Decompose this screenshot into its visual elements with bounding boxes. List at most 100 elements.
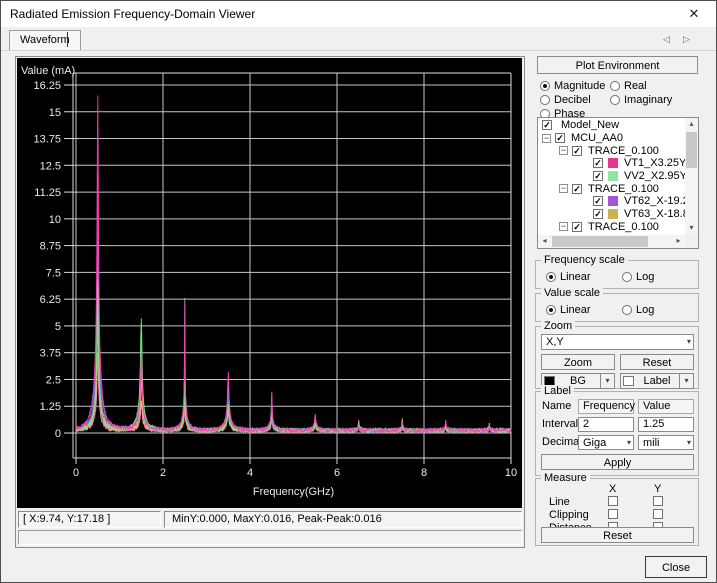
zoom-reset-button[interactable]: Reset [620, 354, 694, 370]
component-option-real-label: Real [624, 80, 647, 92]
radio-icon[interactable] [540, 95, 550, 105]
tree-checkbox-2[interactable] [572, 146, 582, 156]
tree-checkbox-4[interactable] [593, 171, 603, 181]
apply-button[interactable]: Apply [541, 454, 694, 470]
tree-row-vt63_x-18.80y4.0[interactable]: VT63_X-18.80Y4.0 [538, 208, 685, 221]
tree-vertical-scrollbar[interactable]: ▴ ▾ [685, 118, 698, 235]
tab-caret [67, 32, 68, 47]
radio-icon[interactable] [622, 305, 632, 315]
tree-checkbox-8[interactable] [572, 222, 582, 232]
zoom-mode-select[interactable]: X,Y ▾ [541, 334, 694, 350]
tab-waveform[interactable]: Waveform [9, 30, 81, 50]
title-bar: Radiated Emission Frequency-Domain Viewe… [1, 1, 716, 27]
label-group: Label Name Frequency Value Interval 2 1.… [535, 391, 699, 476]
tree-hscroll-thumb[interactable] [552, 236, 648, 247]
component-option-decibel[interactable]: Decibel [540, 93, 610, 106]
tree-checkbox-3[interactable] [593, 158, 603, 168]
collapse-icon[interactable]: − [542, 134, 551, 143]
chevron-down-icon[interactable]: ▾ [687, 436, 691, 449]
tree-checkbox-5[interactable] [572, 184, 582, 194]
measure-row-label-line: Line [549, 496, 570, 508]
trace-tree[interactable]: Model_New−MCU_AA0−TRACE_0.100VT1_X3.25Y-… [537, 117, 699, 249]
tree-horizontal-scrollbar[interactable]: ◂ ▸ [538, 235, 685, 248]
measure-clipping-x-checkbox[interactable] [608, 509, 618, 519]
radio-icon[interactable] [622, 272, 632, 282]
tree-row-trace_0.100[interactable]: −TRACE_0.100 [538, 144, 685, 157]
component-option-imaginary[interactable]: Imaginary [610, 93, 672, 106]
chevron-down-icon[interactable]: ▾ [627, 436, 631, 449]
scroll-right-icon[interactable]: ▸ [672, 235, 685, 248]
tree-checkbox-0[interactable] [542, 120, 552, 130]
tree-row-trace_0.100[interactable]: −TRACE_0.100 [538, 221, 685, 234]
collapse-icon[interactable]: − [559, 184, 568, 193]
plot-environment-button[interactable]: Plot Environment [537, 56, 698, 74]
zoom-button[interactable]: Zoom [541, 354, 615, 370]
tree-checkbox-7[interactable] [593, 209, 603, 219]
tree-item-label: VV2_X2.95Y-4.90 [624, 170, 685, 182]
tree-checkbox-1[interactable] [555, 133, 565, 143]
tree-item-label: MCU_AA0 [571, 132, 623, 144]
close-button[interactable]: Close [645, 556, 707, 578]
window-close-icon[interactable]: ✕ [682, 4, 706, 24]
measure-line-x-checkbox[interactable] [608, 496, 618, 506]
interval-value-input[interactable]: 1.25 [638, 417, 694, 432]
tree-checkbox-6[interactable] [593, 196, 603, 206]
trace-color-swatch [608, 171, 618, 181]
radio-icon[interactable] [546, 272, 556, 282]
frequency-scale-linear[interactable]: Linear [546, 270, 622, 283]
decimal-frequency-select[interactable]: Giga ▾ [578, 435, 634, 450]
scroll-left-icon[interactable]: ◂ [538, 235, 551, 248]
status-strip [18, 530, 522, 545]
collapse-icon[interactable]: − [559, 222, 568, 231]
tree-vscroll-thumb[interactable] [686, 132, 697, 168]
tree-row-model_new[interactable]: Model_New [538, 119, 685, 132]
component-option-imaginary-label: Imaginary [624, 94, 672, 106]
measure-clipping-y-checkbox[interactable] [653, 509, 663, 519]
tree-item-label: VT62_X-19.20Y3.6 [624, 195, 685, 207]
chevron-down-icon[interactable]: ▾ [687, 335, 691, 349]
axis-label: 0 [55, 428, 61, 440]
value-scale-options: LinearLog [546, 303, 694, 317]
name-frequency-field: Frequency [578, 399, 634, 414]
component-option-real[interactable]: Real [610, 79, 672, 92]
decimal-frequency-value: Giga [583, 437, 606, 449]
value-scale-log[interactable]: Log [622, 303, 654, 316]
tree-row-vt62_x-19.20y3.6[interactable]: VT62_X-19.20Y3.6 [538, 195, 685, 208]
label-color-label: Label [635, 374, 679, 388]
tab-scroll-right-icon[interactable]: ▷ [679, 33, 694, 47]
tab-scroll-left-icon[interactable]: ◁ [659, 33, 674, 47]
measure-line-y-checkbox[interactable] [653, 496, 663, 506]
radio-icon[interactable] [546, 305, 556, 315]
tree-row-vt1_x3.25y-5.20[interactable]: VT1_X3.25Y-5.20 [538, 157, 685, 170]
axis-label: 13.75 [33, 134, 61, 146]
name-value-field: Value [638, 399, 694, 414]
chevron-down-icon[interactable]: ▾ [679, 374, 693, 388]
interval-frequency-input[interactable]: 2 [578, 417, 634, 432]
value-scale-linear[interactable]: Linear [546, 303, 622, 316]
radio-icon[interactable] [610, 95, 620, 105]
axis-label: 5 [55, 321, 61, 333]
frequency-scale-log[interactable]: Log [622, 270, 654, 283]
axis-label: 3.75 [40, 348, 61, 360]
radio-icon[interactable] [540, 81, 550, 91]
value-scale-group: Value scale LinearLog [535, 293, 699, 322]
zoom-mode-value: X,Y [546, 336, 564, 348]
frequency-scale-log-label: Log [636, 271, 654, 283]
tree-row-mcu_aa0[interactable]: − MCU_AA0 [538, 132, 685, 145]
radio-icon[interactable] [610, 81, 620, 91]
measure-group: Measure X Y LineClippingDistance Reset [535, 478, 699, 546]
collapse-icon[interactable]: − [559, 146, 568, 155]
measure-reset-button[interactable]: Reset [541, 527, 694, 543]
component-column-1: MagnitudeDecibelPhase [540, 79, 610, 121]
component-option-magnitude[interactable]: Magnitude [540, 79, 610, 92]
scroll-up-icon[interactable]: ▴ [685, 118, 698, 131]
tree-row-trace_0.100[interactable]: −TRACE_0.100 [538, 182, 685, 195]
chevron-down-icon[interactable]: ▾ [600, 374, 614, 388]
axis-label: 8.75 [40, 241, 61, 253]
measure-group-title: Measure [541, 472, 590, 484]
decimal-value-select[interactable]: mili ▾ [638, 435, 694, 450]
tree-row-vv2_x2.95y-4.90[interactable]: VV2_X2.95Y-4.90 [538, 170, 685, 183]
scroll-down-icon[interactable]: ▾ [685, 222, 698, 235]
label-color-select[interactable]: Label ▾ [620, 373, 694, 389]
spectrum-plot[interactable]: Value (mA)01.252.53.7556.257.58.751011.2… [17, 58, 522, 508]
